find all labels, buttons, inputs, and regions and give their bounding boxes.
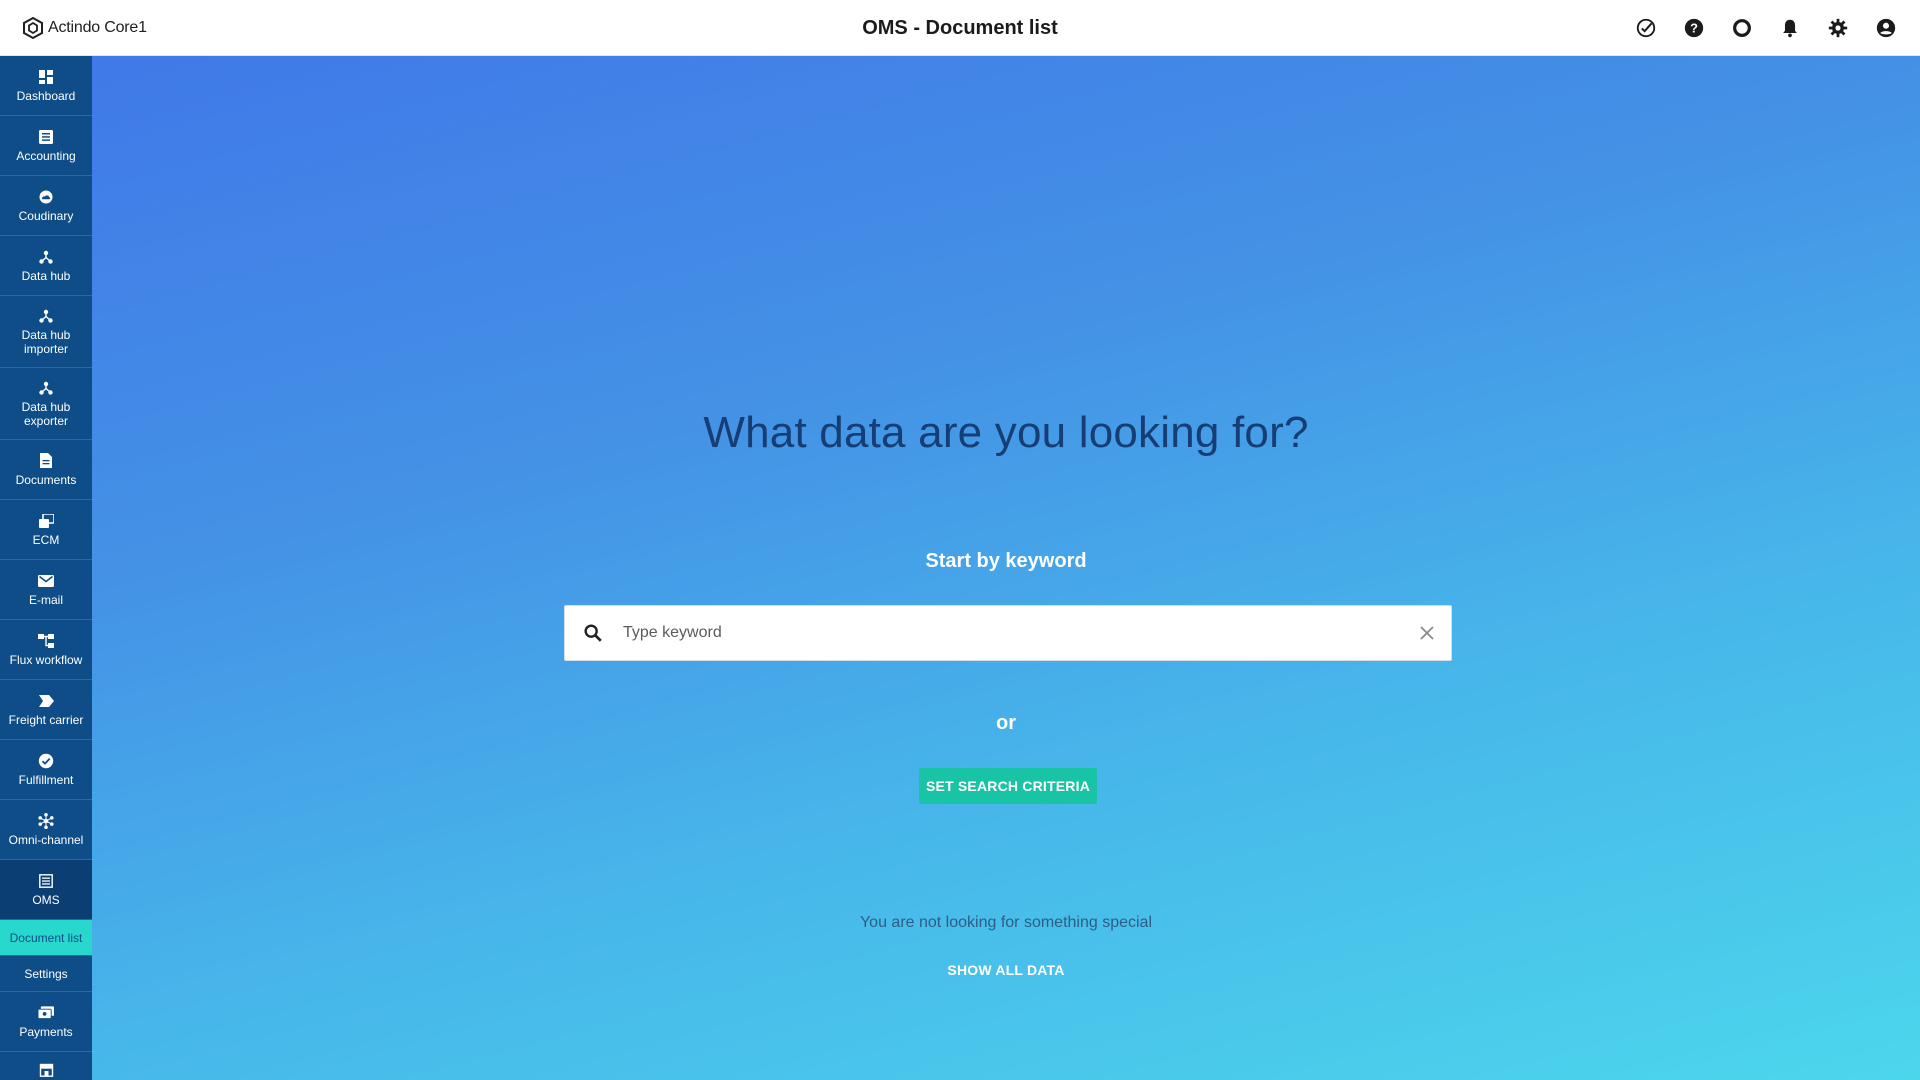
store-icon: [38, 1062, 54, 1078]
sidebar-item-coudinary[interactable]: Coudinary: [0, 176, 92, 236]
sidebar-item-dashboard[interactable]: Dashboard: [0, 56, 92, 116]
page-title: OMS - Document list: [862, 16, 1058, 39]
hub-icon: [38, 308, 54, 324]
sidebar-item-email[interactable]: E-mail: [0, 560, 92, 620]
account-icon[interactable]: [1874, 16, 1898, 40]
circle-icon[interactable]: [1730, 16, 1754, 40]
svg-text:?: ?: [1690, 21, 1698, 36]
sidebar-item-label: Data hub: [21, 268, 71, 283]
sidebar-subitem-settings[interactable]: Settings: [0, 956, 92, 992]
sidebar-item-store[interactable]: [0, 1052, 92, 1080]
sidebar: Dashboard Accounting Coudinary Data hub …: [0, 56, 92, 1080]
search-headline: What data are you looking for?: [703, 408, 1309, 457]
not-special-text: You are not looking for something specia…: [859, 914, 1153, 931]
cloud-icon: [38, 189, 54, 205]
sidebar-item-label: Fulfillment: [18, 772, 74, 787]
sidebar-item-flux-workflow[interactable]: Flux workflow: [0, 620, 92, 680]
actindo-logo-icon: [23, 16, 43, 40]
label-icon: [38, 693, 54, 709]
sidebar-item-documents[interactable]: Documents: [0, 440, 92, 500]
sidebar-item-label: OMS: [32, 892, 60, 907]
sidebar-item-label: Omni-channel: [8, 832, 84, 847]
logo-text: Actindo Core1: [48, 19, 147, 36]
sidebar-item-data-hub-exporter[interactable]: Data hub exporter: [0, 368, 92, 440]
sidebar-item-fulfillment[interactable]: Fulfillment: [0, 740, 92, 800]
sidebar-item-label: Data hub importer: [21, 327, 71, 356]
sidebar-item-label: Dashboard: [16, 88, 76, 103]
sidebar-item-accounting[interactable]: Accounting: [0, 116, 92, 176]
or-separator: or: [996, 712, 1016, 734]
sidebar-item-freight-carrier[interactable]: Freight carrier: [0, 680, 92, 740]
oms-icon: [38, 873, 54, 889]
network-icon: [38, 812, 54, 829]
keyword-search-box: [564, 605, 1452, 661]
dashboard-icon: [38, 69, 54, 85]
help-icon[interactable]: ?: [1682, 16, 1706, 40]
top-bar: Actindo Core1 OMS - Document list ?: [0, 0, 1920, 56]
sidebar-item-data-hub-importer[interactable]: Data hub importer: [0, 296, 92, 368]
sidebar-subitem-document-list[interactable]: Document list: [0, 920, 92, 956]
show-all-data-link[interactable]: SHOW ALL DATA: [92, 962, 1920, 978]
sidebar-item-label: Data hub exporter: [21, 399, 71, 428]
clear-search-icon[interactable]: [1403, 605, 1451, 661]
sidebar-item-label: Documents: [15, 472, 77, 487]
workflow-icon: [38, 633, 54, 649]
bell-icon[interactable]: [1778, 16, 1802, 40]
sidebar-item-label: Payments: [19, 1024, 73, 1039]
sidebar-item-label: Flux workflow: [9, 652, 83, 667]
gear-icon[interactable]: [1826, 16, 1850, 40]
hub-icon: [38, 380, 54, 396]
hub-icon: [38, 249, 54, 265]
mail-icon: [38, 573, 54, 589]
set-search-criteria-button[interactable]: SET SEARCH CRITERIA: [919, 768, 1097, 804]
keyword-search-input[interactable]: [621, 606, 1403, 660]
tasks-check-icon[interactable]: [1634, 16, 1658, 40]
sidebar-item-data-hub[interactable]: Data hub: [0, 236, 92, 296]
copy-icon: [38, 513, 54, 529]
sidebar-item-label: ECM: [32, 532, 60, 547]
sidebar-item-label: Accounting: [16, 148, 76, 163]
payments-icon: [38, 1005, 54, 1021]
sidebar-item-label: E-mail: [28, 592, 63, 607]
sidebar-item-ecm[interactable]: ECM: [0, 500, 92, 560]
keyword-subhead: Start by keyword: [925, 550, 1087, 572]
sidebar-item-label: Coudinary: [18, 208, 74, 223]
main-content: What data are you looking for? Start by …: [92, 56, 1920, 1080]
header-icon-bar: ?: [1634, 14, 1898, 42]
search-icon: [565, 605, 621, 661]
list-icon: [38, 129, 54, 145]
sidebar-item-label: Freight carrier: [8, 712, 84, 727]
verified-icon: [38, 753, 54, 769]
sidebar-item-omni-channel[interactable]: Omni-channel: [0, 800, 92, 860]
sidebar-item-oms[interactable]: OMS: [0, 860, 92, 920]
sidebar-item-payments[interactable]: Payments: [0, 992, 92, 1052]
app-logo[interactable]: Actindo Core1: [22, 14, 147, 42]
document-icon: [38, 453, 54, 469]
